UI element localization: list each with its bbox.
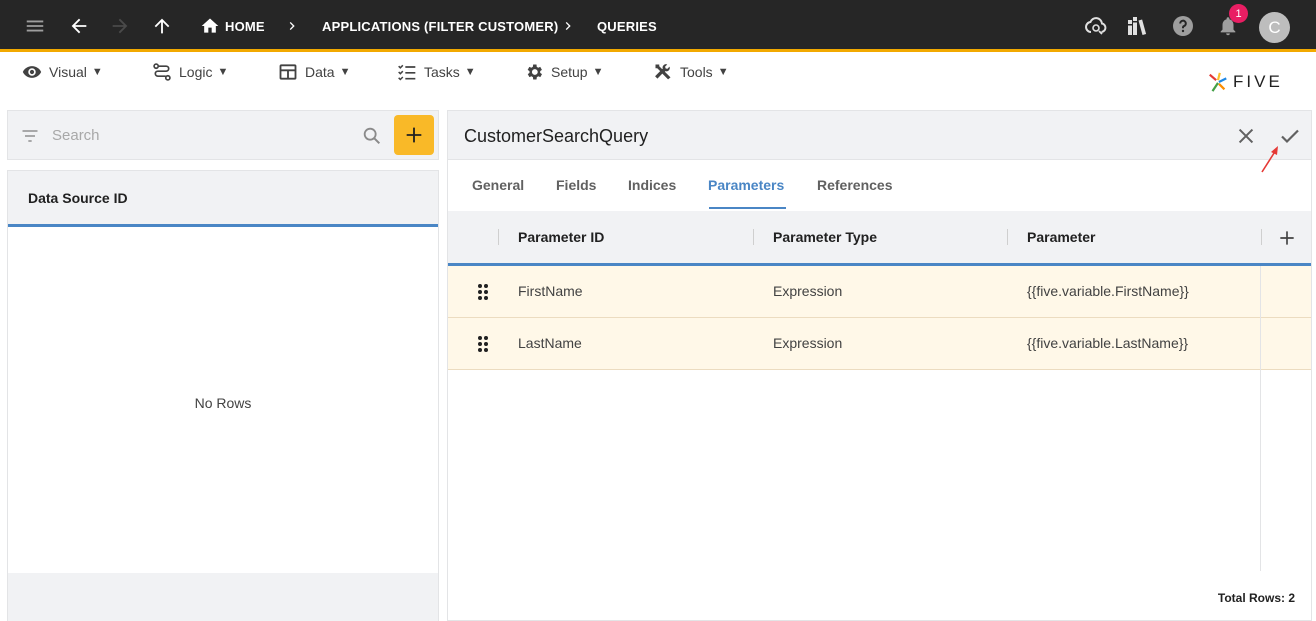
add-parameter-button[interactable] [1277, 228, 1297, 253]
five-logo-mark [1209, 72, 1227, 92]
column-divider[interactable] [498, 229, 499, 245]
menu-tools[interactable]: Tools ▼ [653, 60, 729, 84]
eye-icon [22, 66, 42, 78]
menu-data[interactable]: Data ▼ [278, 60, 350, 84]
search-icon[interactable] [361, 125, 383, 152]
menu-icon[interactable] [23, 14, 47, 38]
column-divider[interactable] [753, 229, 754, 245]
column-divider[interactable] [1007, 229, 1008, 245]
caret-down-icon: ▼ [91, 66, 103, 78]
column-header-parameter-type[interactable]: Parameter Type [773, 229, 877, 245]
back-arrow-icon[interactable] [67, 14, 91, 38]
menu-setup[interactable]: Setup ▼ [524, 60, 603, 84]
cell-parameter-type: Expression [773, 335, 843, 351]
cell-parameter: {{five.variable.LastName}} [1027, 335, 1189, 351]
column-header-parameter[interactable]: Parameter [1027, 229, 1096, 245]
column-header-data-source-id[interactable]: Data Source ID [28, 190, 128, 206]
chevron-right-icon [560, 18, 576, 39]
empty-state-text: No Rows [194, 395, 252, 411]
breadcrumb-applications[interactable]: APPLICATIONS (FILTER CUSTOMER) [322, 19, 558, 34]
drag-handle-icon[interactable] [477, 283, 489, 306]
five-logo-text: FIVE [1233, 72, 1283, 91]
column-header-parameter-id[interactable]: Parameter ID [518, 229, 604, 245]
tasks-icon [398, 64, 416, 81]
tools-icon [655, 64, 671, 80]
help-icon[interactable] [1171, 14, 1195, 38]
add-record-button[interactable] [394, 115, 434, 155]
search-bar: Search [7, 110, 439, 160]
search-input[interactable]: Search [52, 127, 100, 144]
breadcrumb-home[interactable]: HOME [225, 19, 265, 34]
menu-logic-label: Logic [179, 64, 213, 80]
menu-tools-label: Tools [680, 64, 713, 80]
menu-data-label: Data [305, 64, 335, 80]
menu-visual-label: Visual [49, 64, 87, 80]
query-form: CustomerSearchQuery General Fields Indic… [447, 110, 1312, 621]
five-logo: FIVE [1207, 71, 1283, 93]
menu-logic[interactable]: Logic ▼ [152, 60, 228, 84]
close-icon [1238, 128, 1254, 144]
logic-icon [153, 63, 171, 81]
menu-tasks[interactable]: Tasks ▼ [397, 60, 476, 84]
active-tab-indicator [709, 207, 786, 209]
caret-down-icon: ▼ [464, 66, 476, 78]
forward-arrow-icon [108, 14, 132, 38]
tab-parameters[interactable]: Parameters [708, 177, 784, 193]
cell-parameter-id: LastName [518, 335, 582, 351]
up-arrow-icon[interactable] [150, 14, 174, 38]
parameters-grid-header: Parameter ID Parameter Type Parameter [448, 211, 1311, 266]
table-row[interactable]: FirstName Expression {{five.variable.Fir… [448, 266, 1311, 318]
app-bar: HOME APPLICATIONS (FILTER CUSTOMER) QUER… [0, 0, 1316, 52]
menu-setup-label: Setup [551, 64, 588, 80]
tab-fields[interactable]: Fields [556, 177, 596, 193]
form-title: CustomerSearchQuery [464, 126, 649, 146]
cell-parameter: {{five.variable.FirstName}} [1027, 283, 1189, 299]
plus-icon [406, 127, 422, 143]
total-rows-count: Total Rows: 2 [1217, 591, 1295, 605]
grid-divider [1260, 266, 1261, 571]
caret-down-icon: ▼ [217, 66, 229, 78]
cell-parameter-id: FirstName [518, 283, 583, 299]
caret-down-icon: ▼ [339, 66, 351, 78]
tab-general[interactable]: General [472, 177, 524, 193]
avatar[interactable]: C [1259, 12, 1290, 43]
drag-handle-icon[interactable] [477, 335, 489, 358]
library-icon[interactable] [1126, 14, 1150, 38]
filter-icon[interactable] [20, 126, 40, 151]
caret-down-icon: ▼ [592, 66, 604, 78]
list-footer [8, 573, 438, 621]
caret-down-icon: ▼ [717, 66, 729, 78]
menu-visual[interactable]: Visual ▼ [22, 60, 103, 84]
cell-parameter-type: Expression [773, 283, 843, 299]
table-row[interactable]: LastName Expression {{five.variable.Last… [448, 318, 1311, 370]
form-header: CustomerSearchQuery [448, 111, 1311, 160]
chevron-right-icon [284, 18, 300, 39]
gear-icon [527, 64, 542, 80]
home-icon[interactable] [198, 14, 222, 38]
form-tabs: General Fields Indices Parameters Refere… [448, 161, 1311, 211]
notification-badge: 1 [1229, 4, 1248, 23]
menu-tasks-label: Tasks [424, 64, 460, 80]
data-source-list: Data Source ID No Rows [7, 170, 439, 621]
column-divider[interactable] [1261, 229, 1262, 245]
close-button[interactable] [1235, 125, 1257, 147]
plus-icon [1280, 231, 1294, 245]
table-icon [279, 64, 297, 80]
tab-references[interactable]: References [817, 177, 893, 193]
list-header: Data Source ID [8, 171, 438, 227]
cloud-sync-icon[interactable] [1084, 14, 1108, 38]
tab-indices[interactable]: Indices [628, 177, 676, 193]
breadcrumb-queries[interactable]: QUERIES [597, 19, 657, 34]
